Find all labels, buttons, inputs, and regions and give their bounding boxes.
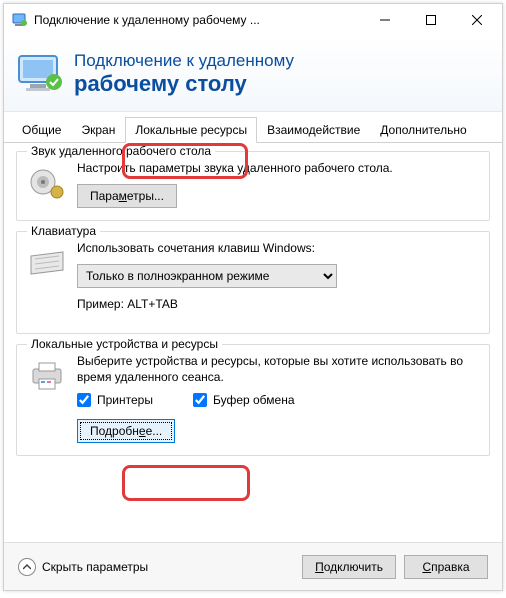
keyboard-desc: Использовать сочетания клавиш Windows:	[77, 240, 479, 256]
keyboard-example: Пример: ALT+TAB	[77, 296, 479, 312]
audio-settings-button[interactable]: Параметры...	[77, 184, 177, 208]
help-button[interactable]: Справка	[404, 555, 488, 579]
group-keyboard: Клавиатура Использовать сочетания клавиш…	[16, 231, 490, 333]
audio-desc: Настроить параметры звука удаленного раб…	[77, 160, 479, 176]
printer-icon	[27, 357, 67, 393]
tab-experience[interactable]: Взаимодействие	[257, 117, 370, 143]
header-line1: Подключение к удаленному	[74, 51, 294, 71]
tab-advanced[interactable]: Дополнительно	[370, 117, 476, 143]
connect-button[interactable]: Подключить	[302, 555, 396, 579]
footer: Скрыть параметры Подключить Справка	[4, 542, 502, 590]
printers-checkbox[interactable]: Принтеры	[77, 393, 153, 407]
close-button[interactable]	[454, 5, 500, 35]
chevron-up-icon	[18, 558, 36, 576]
group-remote-audio: Звук удаленного рабочего стола Настроить…	[16, 151, 490, 221]
keyboard-icon	[27, 244, 67, 280]
hide-options-toggle[interactable]: Скрыть параметры	[18, 558, 294, 576]
tab-display[interactable]: Экран	[71, 117, 125, 143]
window-title: Подключение к удаленному рабочему ...	[34, 13, 362, 27]
group-title-keyboard: Клавиатура	[27, 224, 100, 238]
clipboard-checkbox[interactable]: Буфер обмена	[193, 393, 295, 407]
window: Подключение к удаленному рабочему ... По…	[3, 3, 503, 591]
rdp-app-icon	[12, 12, 28, 28]
maximize-button[interactable]	[408, 5, 454, 35]
local-desc: Выберите устройства и ресурсы, которые в…	[77, 353, 479, 385]
tab-local-resources[interactable]: Локальные ресурсы	[125, 117, 257, 143]
group-local-devices: Локальные устройства и ресурсы Выберите …	[16, 344, 490, 456]
tab-strip: Общие Экран Локальные ресурсы Взаимодейс…	[4, 112, 502, 143]
speaker-icon	[27, 164, 67, 200]
group-title-audio: Звук удаленного рабочего стола	[27, 144, 215, 158]
more-button[interactable]: Подробнее...	[77, 419, 175, 443]
keyboard-mode-select[interactable]: Только в полноэкранном режиме	[77, 264, 337, 288]
header-banner: Подключение к удаленному рабочему столу	[4, 36, 502, 112]
tab-content: Звук удаленного рабочего стола Настроить…	[4, 143, 502, 476]
tab-general[interactable]: Общие	[12, 117, 71, 143]
header-line2: рабочему столу	[74, 71, 294, 96]
titlebar: Подключение к удаленному рабочему ...	[4, 4, 502, 36]
minimize-button[interactable]	[362, 5, 408, 35]
rdp-monitor-icon	[16, 50, 64, 98]
group-title-local: Локальные устройства и ресурсы	[27, 337, 222, 351]
